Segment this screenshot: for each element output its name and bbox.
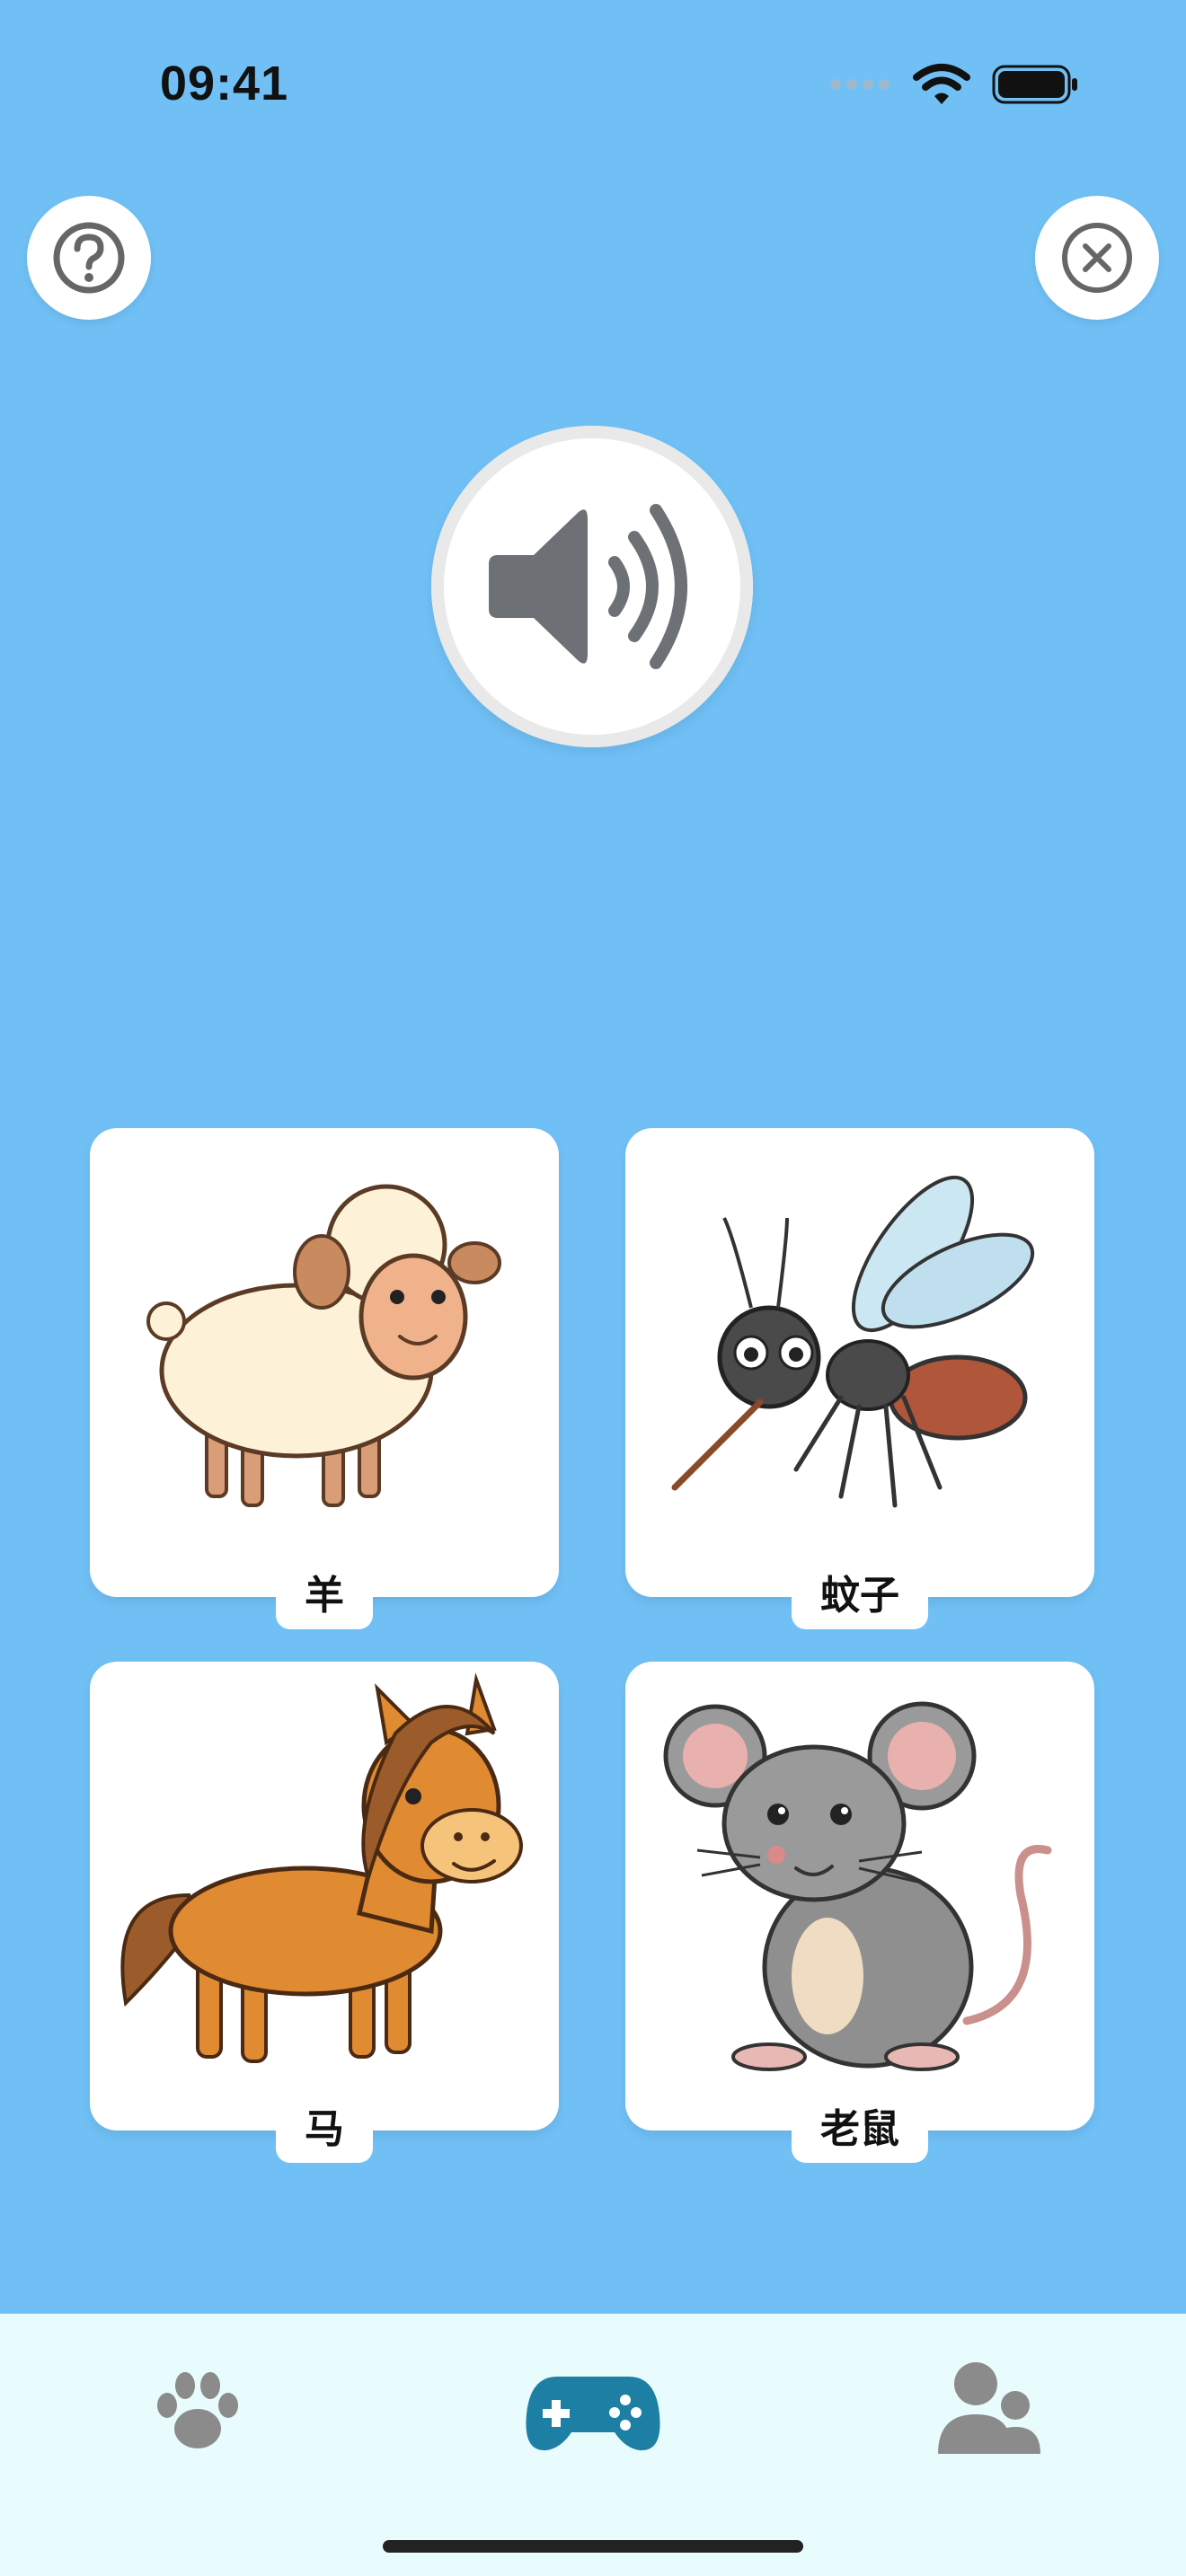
status-icons — [828, 63, 1078, 106]
choice-card-sheep[interactable]: 羊 — [90, 1128, 559, 1629]
choice-card-horse[interactable]: 马 — [90, 1662, 559, 2163]
cellular-signal-icon — [830, 79, 890, 90]
question-circle-icon — [53, 222, 125, 294]
help-button[interactable] — [27, 196, 151, 320]
mosquito-image — [671, 1175, 1035, 1508]
choice-card-mosquito[interactable]: 蚊子 — [625, 1128, 1094, 1629]
choice-card-mouse[interactable]: 老鼠 — [625, 1662, 1094, 2163]
users-icon — [938, 2362, 1040, 2454]
home-indicator — [383, 2540, 803, 2553]
sheep-image — [146, 1184, 501, 1507]
tab-bar — [0, 2314, 1186, 2576]
choice-label: 老鼠 — [792, 2091, 928, 2163]
wifi-icon — [913, 64, 970, 104]
battery-icon — [992, 65, 1077, 104]
close-circle-icon — [1062, 223, 1132, 293]
choice-label: 马 — [276, 2091, 373, 2163]
close-button[interactable] — [1035, 196, 1159, 320]
status-time: 09:41 — [160, 57, 289, 110]
play-sound-button[interactable] — [431, 426, 753, 747]
tab-games[interactable] — [521, 2359, 665, 2466]
horse-image — [120, 1672, 523, 2063]
mouse-image — [663, 1701, 1052, 2071]
speaker-icon — [489, 504, 687, 669]
tab-animals[interactable] — [144, 2359, 252, 2466]
gamepad-icon — [526, 2377, 660, 2451]
tab-profile[interactable] — [925, 2350, 1051, 2466]
paw-icon — [157, 2372, 238, 2448]
choice-label: 羊 — [276, 1557, 373, 1629]
choice-label: 蚊子 — [792, 1557, 928, 1629]
